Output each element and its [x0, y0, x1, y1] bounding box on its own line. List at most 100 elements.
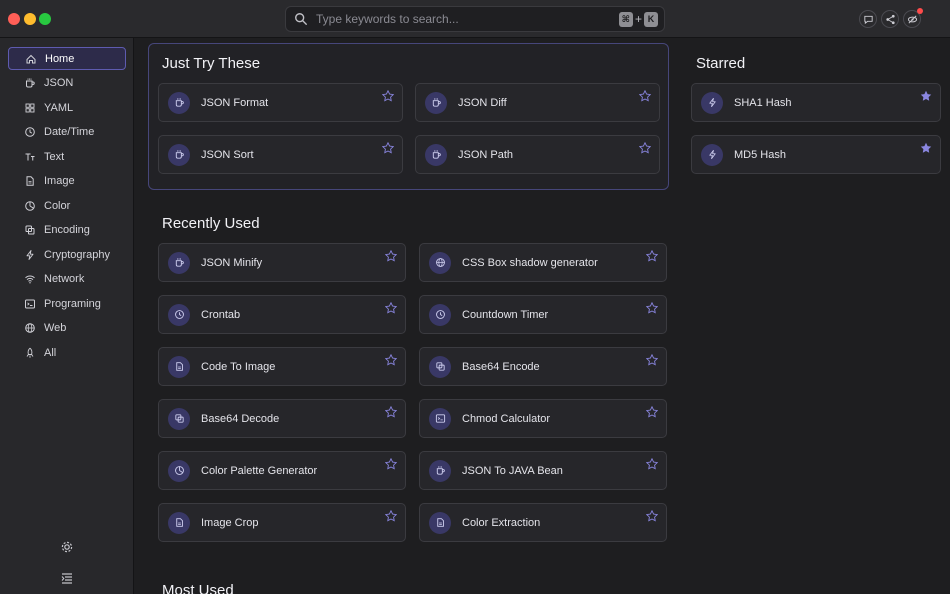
tool-card[interactable]: JSON To JAVA Bean — [419, 451, 667, 490]
mug-icon — [175, 98, 184, 107]
sidebar-item-home[interactable]: Home — [8, 47, 126, 70]
share-button[interactable] — [881, 10, 899, 28]
sidebar-item-label: JSON — [44, 77, 74, 89]
tool-icon — [429, 459, 451, 482]
copy-icon — [435, 362, 445, 371]
mug-icon — [175, 258, 184, 267]
sidebar-item-programing[interactable]: Programing — [8, 292, 126, 315]
star-icon[interactable] — [639, 90, 651, 102]
window-close-button[interactable] — [8, 13, 20, 25]
star-icon[interactable] — [385, 354, 397, 366]
search-input[interactable] — [316, 12, 619, 26]
tool-card[interactable]: Color Palette Generator — [158, 451, 406, 490]
tool-card[interactable]: JSON Format — [158, 83, 403, 122]
tool-card[interactable]: JSON Sort — [158, 135, 403, 174]
star-icon[interactable] — [646, 458, 658, 470]
search-bar[interactable]: ⌘ + K — [285, 6, 665, 32]
tool-card[interactable]: JSON Diff — [415, 83, 660, 122]
globe-icon — [435, 258, 445, 267]
grid-icon — [25, 103, 35, 112]
eye-off-icon — [907, 15, 917, 23]
tool-card[interactable]: SHA1 Hash — [691, 83, 941, 122]
tool-card[interactable]: Code To Image — [158, 347, 406, 386]
sidebar-item-cryptography[interactable]: Cryptography — [8, 243, 126, 266]
sidebar-item-label: Home — [45, 52, 75, 65]
sidebar-item-label: Network — [44, 273, 85, 285]
star-icon[interactable] — [646, 406, 658, 418]
tool-card-label: JSON Path — [458, 148, 514, 161]
collapse-sidebar-icon[interactable] — [60, 571, 74, 585]
shortcut-k-key: K — [644, 11, 658, 27]
rocket-icon — [26, 347, 34, 358]
star-icon[interactable] — [646, 354, 658, 366]
sidebar-item-date-time[interactable]: Date/Time — [8, 121, 126, 144]
tool-card[interactable]: Image Crop — [158, 503, 406, 542]
star-icon[interactable] — [639, 142, 651, 154]
file-icon — [26, 176, 34, 186]
tool-icon — [168, 511, 190, 534]
share-icon — [885, 14, 895, 24]
copy-icon — [25, 225, 35, 235]
sidebar-item-all[interactable]: All — [8, 341, 126, 364]
window-maximize-button[interactable] — [39, 13, 51, 25]
tool-icon — [168, 459, 190, 482]
shortcut-plus: + — [634, 12, 642, 26]
chat-icon — [863, 15, 873, 24]
tool-card[interactable]: MD5 Hash — [691, 135, 941, 174]
star-icon[interactable] — [646, 302, 658, 314]
clock-icon — [435, 310, 445, 319]
clock-icon — [174, 310, 184, 319]
star-icon[interactable] — [646, 250, 658, 262]
tool-card[interactable]: Base64 Decode — [158, 399, 406, 438]
sidebar-item-json[interactable]: JSON — [8, 72, 126, 95]
shortcut-cmd-key: ⌘ — [618, 11, 633, 27]
star-icon[interactable] — [382, 90, 394, 102]
tool-icon — [425, 143, 447, 166]
tool-card[interactable]: Color Extraction — [419, 503, 667, 542]
settings-icon[interactable] — [60, 540, 74, 554]
tool-icon — [429, 407, 451, 430]
sidebar-item-encoding[interactable]: Encoding — [8, 219, 126, 242]
sidebar-item-web[interactable]: Web — [8, 317, 126, 340]
star-icon[interactable] — [382, 142, 394, 154]
tool-card-label: Base64 Encode — [462, 360, 540, 373]
tool-card-label: JSON Format — [201, 96, 269, 109]
sidebar-item-text[interactable]: Text — [8, 145, 126, 168]
star-icon[interactable] — [385, 250, 397, 262]
tool-card[interactable]: CSS Box shadow generator — [419, 243, 667, 282]
star-icon[interactable] — [385, 510, 397, 522]
tool-card[interactable]: JSON Minify — [158, 243, 406, 282]
tool-card[interactable]: JSON Path — [415, 135, 660, 174]
just-try-title: Just Try These — [162, 55, 261, 72]
star-filled-icon[interactable] — [920, 142, 932, 154]
file-icon — [436, 518, 444, 527]
tool-card[interactable]: Crontab — [158, 295, 406, 334]
sidebar-item-network[interactable]: Network — [8, 268, 126, 291]
window-minimize-button[interactable] — [24, 13, 36, 25]
star-icon[interactable] — [385, 458, 397, 470]
feedback-button[interactable] — [859, 10, 877, 28]
starred-title: Starred — [696, 55, 746, 72]
star-icon[interactable] — [385, 406, 397, 418]
tool-card-label: JSON Diff — [458, 96, 507, 109]
tool-card[interactable]: Countdown Timer — [419, 295, 667, 334]
star-icon[interactable] — [385, 302, 397, 314]
star-icon[interactable] — [646, 510, 658, 522]
tool-card[interactable]: Base64 Encode — [419, 347, 667, 386]
title-bar: ⌘ + K — [0, 0, 950, 38]
tool-icon — [429, 355, 451, 378]
notification-dot — [917, 8, 923, 14]
text-icon — [25, 153, 35, 160]
tool-icon — [429, 251, 451, 274]
sidebar-item-image[interactable]: Image — [8, 170, 126, 193]
sidebar-item-color[interactable]: Color — [8, 194, 126, 217]
tool-card[interactable]: Chmod Calculator — [419, 399, 667, 438]
tool-icon — [168, 91, 190, 114]
update-button[interactable] — [903, 8, 923, 28]
tool-card-label: Crontab — [201, 308, 241, 321]
globe-icon — [25, 323, 35, 333]
sidebar-item-yaml[interactable]: YAML — [8, 96, 126, 119]
star-filled-icon[interactable] — [920, 90, 932, 102]
search-icon — [295, 13, 307, 25]
tool-icon — [701, 143, 723, 166]
